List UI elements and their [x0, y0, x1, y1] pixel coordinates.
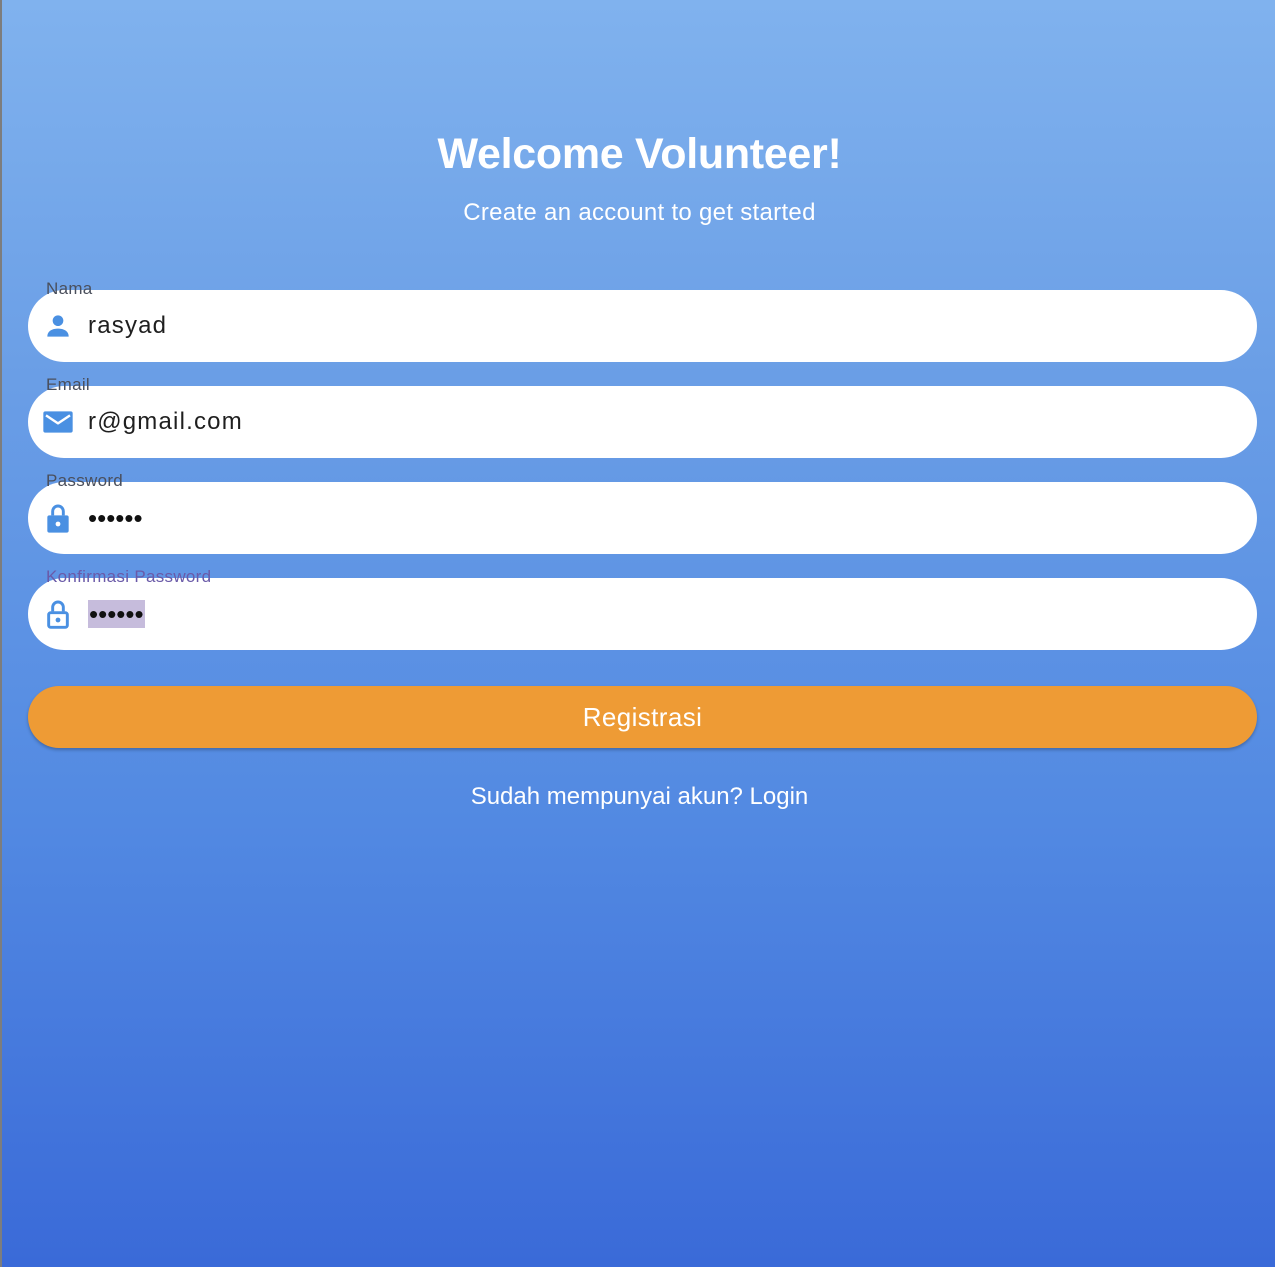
page-subtitle: Create an account to get started: [463, 199, 816, 226]
confirm-password-field[interactable]: ••••••: [28, 578, 1257, 650]
registration-screen: Welcome Volunteer! Create an account to …: [0, 0, 1275, 1267]
register-button[interactable]: Registrasi: [28, 686, 1257, 748]
name-field[interactable]: rasyad: [28, 290, 1257, 362]
name-input-value[interactable]: rasyad: [88, 310, 167, 342]
password-field[interactable]: ••••••: [28, 482, 1257, 554]
password-label: Password: [46, 471, 124, 490]
page-title: Welcome Volunteer!: [437, 130, 842, 178]
email-input-value[interactable]: r@gmail.com: [88, 406, 243, 438]
person-icon: [47, 315, 69, 337]
login-link[interactable]: Sudah mempunyai akun? Login: [2, 782, 1275, 812]
lock-icon: [47, 504, 69, 533]
password-input-value[interactable]: ••••••: [88, 502, 143, 534]
email-label: Email: [46, 375, 91, 394]
name-label: Nama: [46, 279, 93, 298]
mail-icon: [43, 411, 73, 433]
lock-outline-icon: [47, 600, 69, 629]
confirm-password-label: Konfirmasi Password: [46, 567, 212, 586]
email-field[interactable]: r@gmail.com: [28, 386, 1257, 458]
confirm-password-input-value[interactable]: ••••••: [88, 600, 145, 628]
